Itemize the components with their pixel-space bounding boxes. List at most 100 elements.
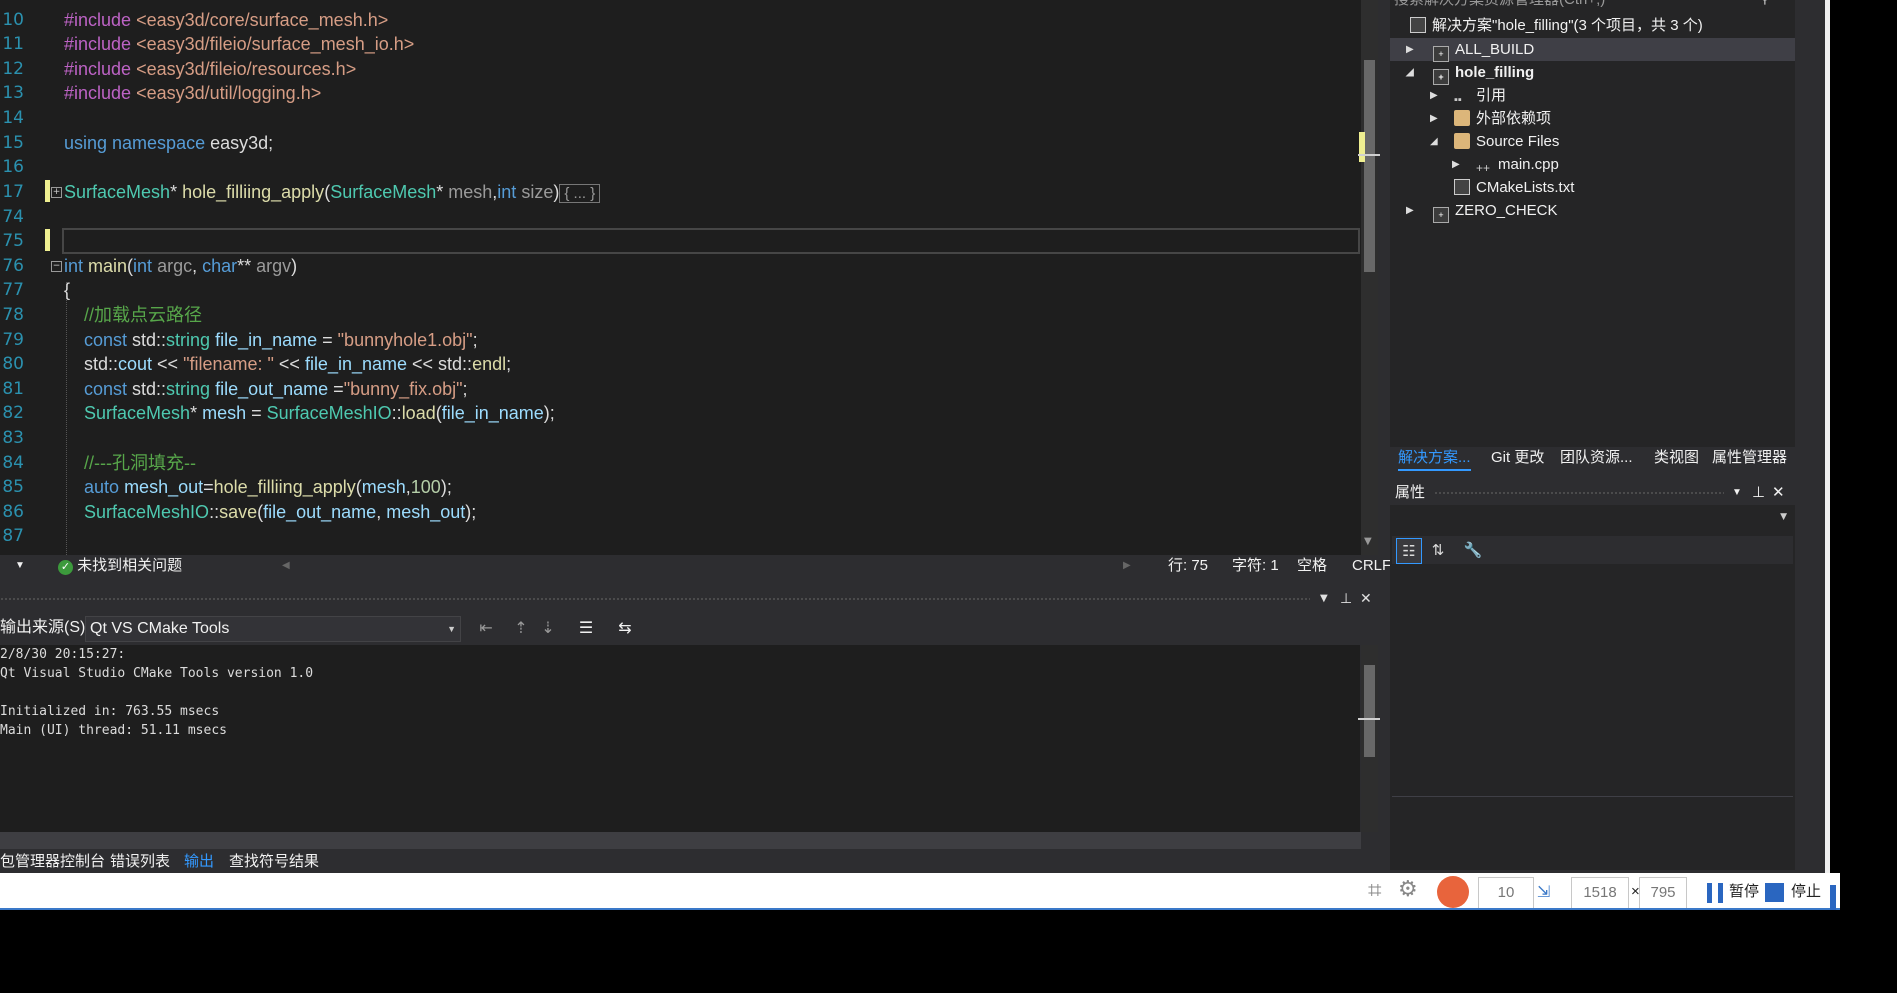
height-input[interactable]: 795 xyxy=(1639,877,1687,909)
tree-item-cmakelists[interactable]: CMakeLists.txt xyxy=(1390,176,1795,199)
tab-find-symbol-results[interactable]: 查找符号结果 xyxy=(229,851,319,873)
previous-message-icon[interactable]: ⇡ xyxy=(510,617,532,639)
fps-input[interactable]: 10 xyxy=(1478,877,1534,909)
scroll-right-icon[interactable]: ▶ xyxy=(1123,555,1131,577)
tab-solution-explorer[interactable]: 解决方案... xyxy=(1398,447,1471,471)
expand-triangle-icon[interactable]: ▶ xyxy=(1452,153,1460,176)
line-number-gutter: 10 11 12 13 14 15 16 17 74 75 76 77 78 7… xyxy=(0,0,46,555)
panel-menu-icon[interactable]: ▼ xyxy=(1732,481,1742,505)
tree-item-source-files[interactable]: ◢ Source Files xyxy=(1390,130,1795,153)
panel-menu-icon[interactable]: ▼ xyxy=(1320,588,1328,610)
tree-item-hole-filling[interactable]: ◢ + hole_filling xyxy=(1390,61,1795,85)
line-indicator[interactable]: 行: 75 xyxy=(1168,555,1208,577)
tree-item-all-build[interactable]: ▶ + ALL_BUILD xyxy=(1390,38,1795,62)
expand-triangle-icon[interactable]: ▶ xyxy=(1430,107,1438,130)
word-wrap-icon[interactable]: ⇆ xyxy=(614,617,636,639)
panel-grip[interactable] xyxy=(0,597,1310,601)
collapse-fold-icon[interactable]: − xyxy=(51,261,62,272)
pause-button[interactable]: 暂停 xyxy=(1729,877,1759,907)
output-source-select[interactable]: Qt VS CMake Tools ▼ xyxy=(85,616,461,642)
tree-label: hole_filling xyxy=(1455,64,1535,81)
line-number: 87 xyxy=(2,526,24,546)
tab-team-explorer[interactable]: 团队资源... xyxy=(1560,447,1633,469)
editor-scroll-thumb[interactable] xyxy=(1364,60,1375,272)
panel-grip[interactable] xyxy=(1434,491,1724,495)
clear-all-icon[interactable]: ☰ xyxy=(575,617,597,639)
line-number: 86 xyxy=(2,502,24,522)
whitespace-indicator[interactable]: 空格 xyxy=(1297,555,1327,577)
solution-search-input[interactable]: 搜索解决方案资源管理器(Ctrl+;) xyxy=(1394,0,1784,8)
tab-git-changes[interactable]: Git 更改 xyxy=(1491,447,1544,469)
line-number: 82 xyxy=(2,403,24,423)
output-source-value: Qt VS CMake Tools xyxy=(90,620,230,637)
search-icon[interactable]: ⚲ xyxy=(1760,0,1770,7)
crop-icon[interactable]: ⌗ xyxy=(1368,875,1382,905)
bottom-tab-strip: 包管理器控制台 错误列表 输出 查找符号结果 xyxy=(0,851,1390,875)
properties-object-select[interactable]: ▼ xyxy=(1392,507,1793,531)
tree-item-zero-check[interactable]: ▶ + ZERO_CHECK xyxy=(1390,199,1795,223)
include-path: <easy3d/core/surface_mesh.h> xyxy=(136,10,389,30)
width-input[interactable]: 1518 xyxy=(1571,877,1629,909)
alphabetical-icon[interactable]: ⇅ xyxy=(1426,538,1450,562)
char-indicator[interactable]: 字符: 1 xyxy=(1232,555,1279,577)
tab-package-manager-console[interactable]: 包管理器控制台 xyxy=(0,851,105,873)
output-text[interactable]: 2/8/30 20:15:27: Qt Visual Studio CMake … xyxy=(0,645,1360,832)
pin-icon[interactable]: ⊥ xyxy=(1752,481,1765,505)
collapse-triangle-icon[interactable]: ◢ xyxy=(1406,61,1414,84)
line-number: 83 xyxy=(2,428,24,448)
collapse-triangle-icon[interactable]: ◢ xyxy=(1430,130,1438,153)
changed-line-marker xyxy=(45,229,50,251)
issues-indicator[interactable]: ✓ 未找到相关问题 xyxy=(58,555,182,577)
tree-label: CMakeLists.txt xyxy=(1476,179,1575,196)
expand-triangle-icon[interactable]: ▶ xyxy=(1406,38,1414,61)
close-icon[interactable]: ✕ xyxy=(1360,588,1372,610)
line-number: 14 xyxy=(2,108,24,128)
pause-icon[interactable] xyxy=(1707,883,1723,903)
line-number: 76 xyxy=(2,256,24,276)
cpp-file-icon: ++ xyxy=(1476,161,1491,175)
changed-line-marker xyxy=(45,180,50,202)
output-panel-header: ▼ ⊥ ✕ xyxy=(0,588,1380,610)
close-icon[interactable]: ✕ xyxy=(1772,481,1785,505)
code-editor[interactable]: 10 11 12 13 14 15 16 17 74 75 76 77 78 7… xyxy=(0,0,1361,555)
categorized-icon[interactable]: ☷ xyxy=(1396,538,1422,564)
tab-output[interactable]: 输出 xyxy=(184,851,215,875)
solution-tab-strip: 解决方案... Git 更改 团队资源... 类视图 属性管理器 xyxy=(1390,447,1795,471)
collapsed-block[interactable]: { ... } xyxy=(559,184,601,203)
wrench-icon[interactable]: 🔧 xyxy=(1461,538,1485,562)
tab-class-view[interactable]: 类视图 xyxy=(1654,447,1699,469)
tab-property-manager[interactable]: 属性管理器 xyxy=(1712,447,1787,469)
settings-icon[interactable]: ⚙ xyxy=(1398,875,1418,905)
code-line: #include <easy3d/fileio/surface_mesh_io.… xyxy=(64,34,415,54)
code-line: { xyxy=(64,280,71,300)
next-message-icon[interactable]: ⇣ xyxy=(537,617,559,639)
tree-item-main-cpp[interactable]: ▶ ++ main.cpp xyxy=(1390,153,1795,176)
references-icon: ▪▪ xyxy=(1454,94,1462,106)
tree-label: Source Files xyxy=(1476,133,1560,150)
tab-error-list[interactable]: 错误列表 xyxy=(110,851,170,873)
tree-item-external-dependencies[interactable]: ▶ 外部依赖项 xyxy=(1390,107,1795,130)
output-scroll-thumb[interactable] xyxy=(1364,665,1375,757)
chevron-down-icon[interactable]: ▼ xyxy=(15,555,25,577)
output-horizontal-scrollbar[interactable] xyxy=(0,832,1361,849)
expand-triangle-icon[interactable]: ▶ xyxy=(1430,84,1438,107)
stop-button[interactable]: 停止 xyxy=(1791,877,1821,907)
code-line: int main(int argc, char** argv) xyxy=(64,256,298,276)
tree-item-references[interactable]: ▶ ▪▪ 引用 xyxy=(1390,84,1795,107)
scroll-down-icon[interactable]: ▼ xyxy=(1364,536,1372,547)
scrollbar-change-marker xyxy=(1359,132,1365,162)
text-file-icon xyxy=(1454,179,1470,195)
scroll-left-icon[interactable]: ◀ xyxy=(282,555,290,577)
expand-triangle-icon[interactable]: ▶ xyxy=(1406,199,1414,222)
stop-icon[interactable] xyxy=(1765,883,1784,902)
expand-fold-icon[interactable]: + xyxy=(51,187,62,198)
tree-solution-root[interactable]: 解决方案"hole_filling"(3 个项目，共 3 个) xyxy=(1410,14,1703,37)
line-ending-indicator[interactable]: CRLF xyxy=(1352,555,1391,577)
record-icon[interactable] xyxy=(1437,876,1469,908)
tree-label: 引用 xyxy=(1476,87,1507,104)
resize-icon[interactable]: ⇲ xyxy=(1537,878,1550,906)
width-value: 1518 xyxy=(1583,884,1617,901)
find-message-icon[interactable]: ⇤ xyxy=(475,617,497,639)
solution-explorer: 搜索解决方案资源管理器(Ctrl+;) ⚲ 解决方案"hole_filling"… xyxy=(1390,0,1795,447)
pin-icon[interactable]: ⊥ xyxy=(1340,588,1352,610)
